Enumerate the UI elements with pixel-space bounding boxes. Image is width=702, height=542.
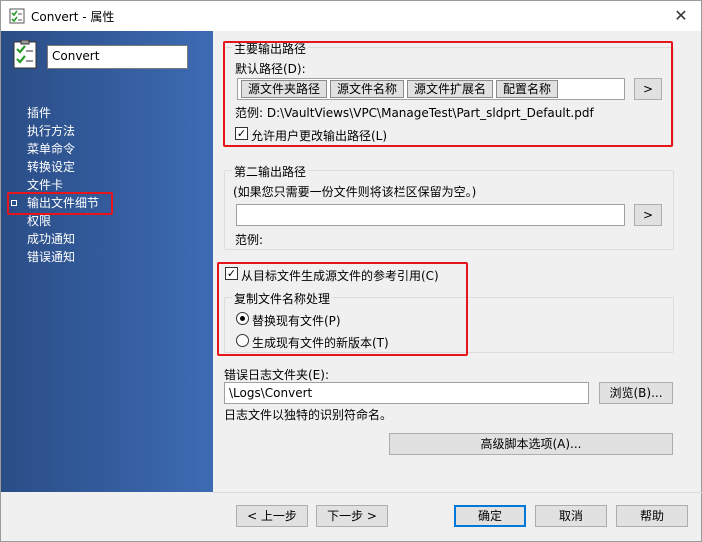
example-path: 范例: D:\VaultViews\VPC\ManageTest\Part_sl… [235,106,594,120]
sidebar-item-plugins[interactable]: 插件 [1,104,213,122]
path-browse-button[interactable]: > [634,78,662,100]
reference-label: 从目标文件生成源文件的参考引用(C) [241,269,439,283]
close-button[interactable]: ✕ [661,1,701,31]
error-log-note: 日志文件以独特的识别符命名。 [224,408,393,422]
sidebar-item-label: 菜单命令 [27,142,76,156]
advanced-script-button[interactable]: 高级脚本选项(A)... [389,433,673,455]
sidebar-item-success-notify[interactable]: 成功通知 [1,230,213,248]
sidebar-nav: 插件 执行方法 菜单命令 转换设定 文件卡 输出文件细节 权限 成功通知 错误通… [1,104,213,266]
properties-dialog: Convert - 属性 ✕ Convert 插件 执行方法 菜单命令 转换设定… [0,0,702,542]
secondary-hint: (如果您只需要一份文件则将该栏区保留为空。) [233,185,477,199]
sidebar-item-label: 错误通知 [27,250,76,264]
replace-radio[interactable] [236,312,249,325]
token-source-name[interactable]: 源文件名称 [330,80,405,98]
back-button[interactable]: < 上一步 [236,505,308,527]
window-title: Convert - 属性 [31,10,115,24]
sidebar-item-menu-commands[interactable]: 菜单命令 [1,140,213,158]
ok-button[interactable]: 确定 [454,505,526,527]
sidebar-item-label: 转换设定 [27,160,76,174]
sidebar-item-label: 权限 [27,214,52,228]
footer-divider [213,492,702,493]
selected-marker-icon [11,200,17,206]
group-label: 复制文件名称处理 [232,290,333,307]
reference-checkbox[interactable]: ✓ [225,267,238,280]
name-field[interactable]: Convert [47,45,188,69]
checklist-icon [11,39,41,70]
group-label: 第二输出路径 [232,163,309,180]
sidebar-item-execution[interactable]: 执行方法 [1,122,213,140]
sidebar-item-error-notify[interactable]: 错误通知 [1,248,213,266]
sidebar-item-output-details[interactable]: 输出文件细节 [1,194,213,212]
secondary-browse-button[interactable]: > [634,204,662,226]
replace-label: 替换现有文件(P) [252,314,341,328]
token-config-name[interactable]: 配置名称 [496,80,559,98]
sidebar-item-label: 成功通知 [27,232,76,246]
cancel-button[interactable]: 取消 [535,505,607,527]
sidebar-item-permissions[interactable]: 权限 [1,212,213,230]
title-bar: Convert - 属性 ✕ [1,1,701,31]
browse-button[interactable]: 浏览(B)... [599,382,673,404]
sidebar-item-label: 文件卡 [27,178,64,192]
default-path-label: 默认路径(D): [235,62,306,76]
sidebar-item-conversion-settings[interactable]: 转换设定 [1,158,213,176]
sidebar: Convert 插件 执行方法 菜单命令 转换设定 文件卡 输出文件细节 权限 … [1,31,213,492]
secondary-path-field[interactable] [236,204,625,226]
new-version-radio[interactable] [236,334,249,347]
sidebar-item-file-card[interactable]: 文件卡 [1,176,213,194]
help-button[interactable]: 帮助 [616,505,688,527]
allow-change-checkbox[interactable]: ✓ [235,127,248,140]
default-path-field[interactable]: 源文件夹路径 源文件名称 源文件扩展名 配置名称 [237,78,625,100]
next-button[interactable]: 下一步 > [316,505,388,527]
sidebar-item-label: 插件 [27,106,52,120]
checklist-app-icon [9,8,25,24]
group-label: 主要输出路径 [232,40,309,57]
secondary-example-label: 范例: [235,233,264,247]
sidebar-item-label: 输出文件细节 [27,196,100,210]
sidebar-item-label: 执行方法 [27,124,76,138]
new-version-label: 生成现有文件的新版本(T) [252,336,389,350]
token-source-folder[interactable]: 源文件夹路径 [241,80,328,98]
allow-change-label: 允许用户更改输出路径(L) [251,129,388,143]
error-log-field[interactable]: \Logs\Convert [224,382,589,404]
error-log-label: 错误日志文件夹(E): [224,368,329,382]
token-source-ext[interactable]: 源文件扩展名 [407,80,494,98]
